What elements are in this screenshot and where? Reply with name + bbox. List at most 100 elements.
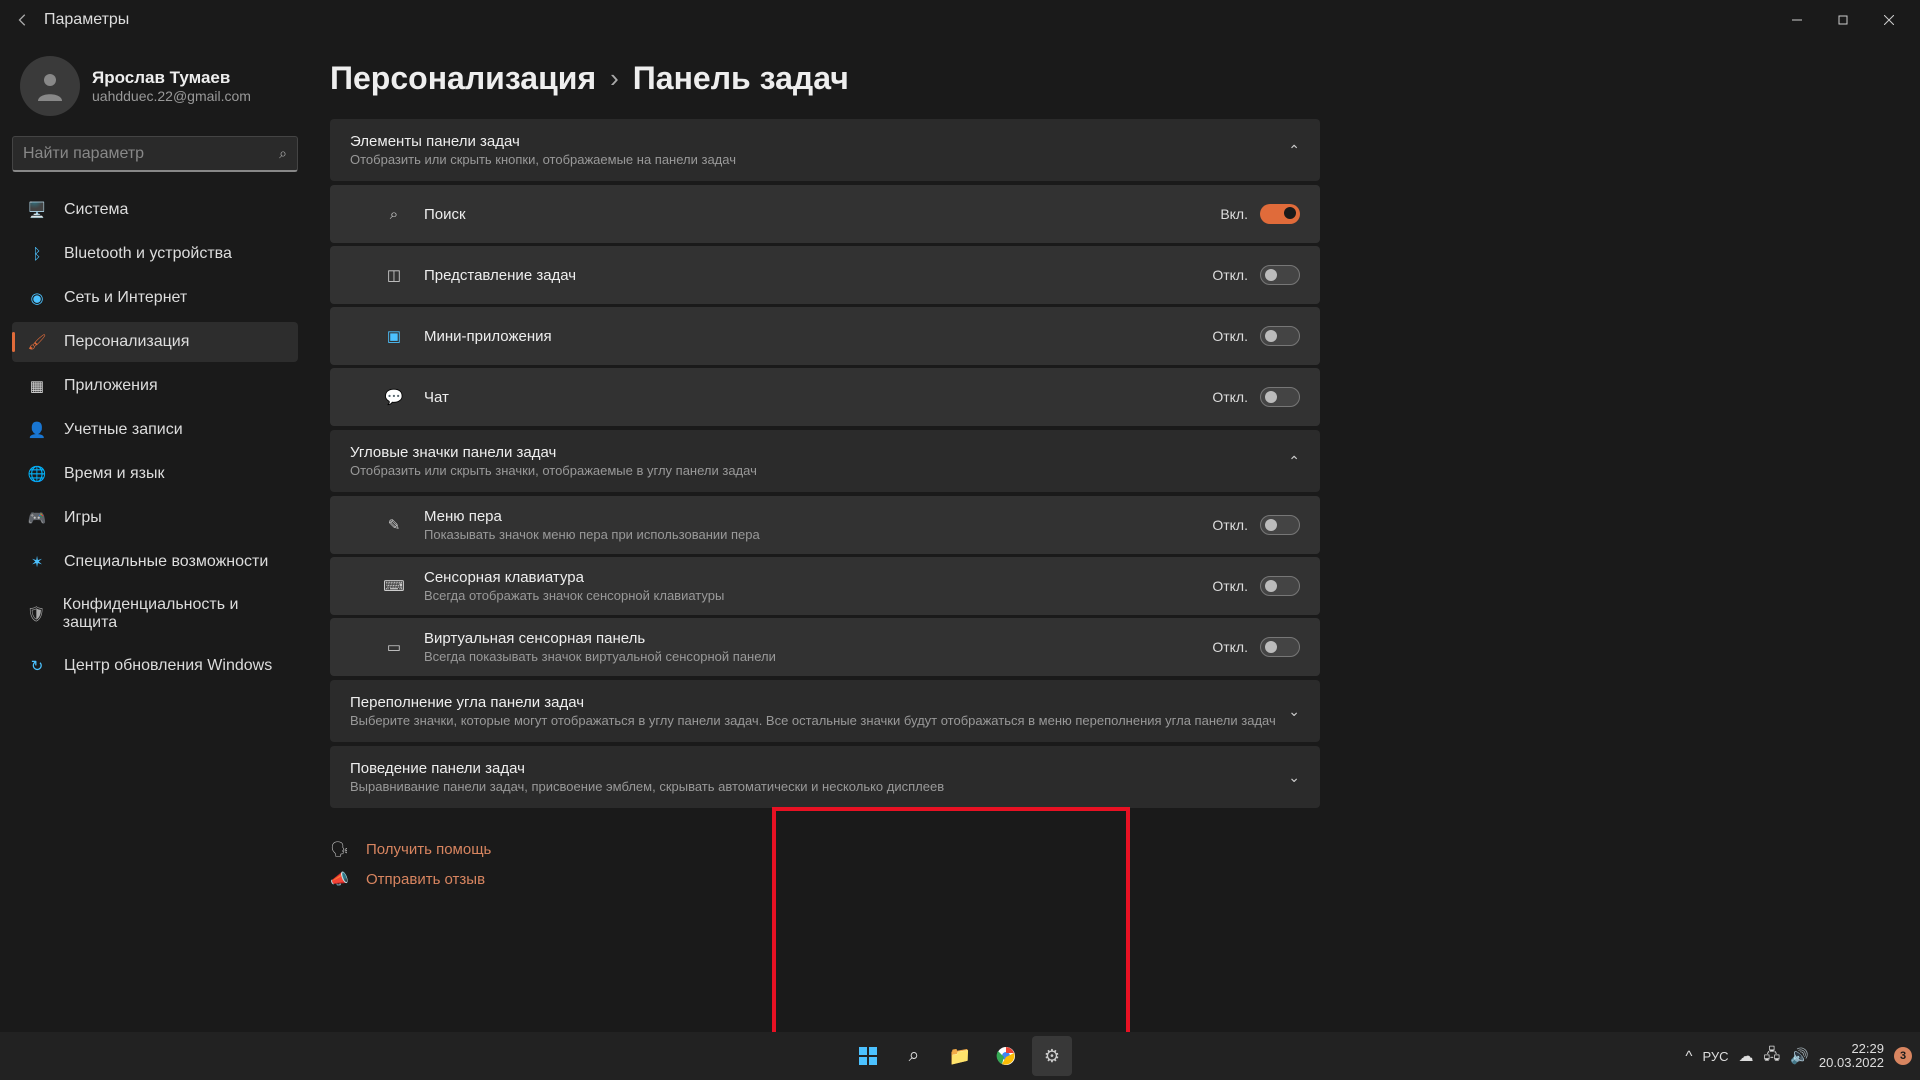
sidebar-item-update[interactable]: ↻ Центр обновления Windows	[12, 646, 298, 686]
toggle-state: Откл.	[1212, 389, 1248, 405]
minimize-button[interactable]	[1774, 5, 1820, 35]
section-title: Угловые значки панели задач	[350, 444, 1288, 461]
section-header[interactable]: Элементы панели задач Отобразить или скр…	[330, 119, 1320, 181]
section-desc: Выравнивание панели задач, присвоение эм…	[350, 779, 1288, 794]
update-icon: ↻	[26, 656, 48, 676]
globe-icon: 🌐	[26, 464, 48, 484]
section-behavior[interactable]: Поведение панели задач Выравнивание пане…	[330, 746, 1320, 808]
widgets-icon: ▣	[380, 325, 408, 347]
section-title: Переполнение угла панели задач	[350, 694, 1288, 711]
accessibility-icon: ✶	[26, 552, 48, 572]
chevron-right-icon: ›	[610, 63, 619, 94]
toggle-touch-keyboard[interactable]	[1260, 576, 1300, 596]
row-title: Чат	[424, 389, 1212, 406]
sidebar-item-privacy[interactable]: 🛡Конфиденциальность и защита	[12, 586, 298, 642]
row-pen-menu: ✎ Меню пера Показывать значок меню пера …	[330, 496, 1320, 554]
sidebar-item-label: Система	[64, 201, 128, 219]
help-get-help[interactable]: 🗣 Получить помощь	[330, 834, 1320, 864]
search-icon: ⌕	[380, 203, 408, 225]
search-icon: ⌕	[279, 145, 287, 162]
row-title: Представление задач	[424, 267, 1212, 284]
avatar	[20, 56, 80, 116]
row-touchpad: ▭ Виртуальная сенсорная панель Всегда по…	[330, 618, 1320, 676]
wifi-icon: ◉	[26, 288, 48, 308]
sidebar-item-time[interactable]: 🌐 Время и язык	[12, 454, 298, 494]
sidebar-item-label: Центр обновления Windows	[64, 657, 272, 675]
sidebar-item-system[interactable]: 🖥️ Система	[12, 190, 298, 230]
pen-icon: ✎	[380, 514, 408, 536]
search-box[interactable]: ⌕	[12, 136, 298, 172]
toggle-taskview[interactable]	[1260, 265, 1300, 285]
toggle-state: Откл.	[1212, 328, 1248, 344]
taskbar-settings[interactable]: ⚙	[1032, 1036, 1072, 1076]
row-title: Мини-приложения	[424, 328, 1212, 345]
sidebar-item-label: Время и язык	[64, 465, 164, 483]
row-taskview: ◫ Представление задач Откл.	[330, 246, 1320, 304]
sidebar-item-apps[interactable]: ▦ Приложения	[12, 366, 298, 406]
section-desc: Выберите значки, которые могут отображат…	[350, 713, 1288, 728]
sidebar: Ярослав Тумаев uahdduec.22@gmail.com ⌕ 🖥…	[0, 40, 310, 1032]
chevron-down-icon: ⌄	[1288, 703, 1300, 720]
toggle-pen[interactable]	[1260, 515, 1300, 535]
maximize-button[interactable]	[1820, 5, 1866, 35]
sidebar-item-accessibility[interactable]: ✶ Специальные возможности	[12, 542, 298, 582]
section-corner-icons: Угловые значки панели задач Отобразить и…	[330, 430, 1320, 492]
toggle-search[interactable]	[1260, 204, 1300, 224]
tray-network-icon[interactable]: 🖧	[1764, 1044, 1781, 1069]
tray-onedrive-icon[interactable]: ☁	[1739, 1047, 1754, 1065]
taskbar-chrome[interactable]	[986, 1036, 1026, 1076]
apps-icon: ▦	[26, 376, 48, 396]
row-widgets: ▣ Мини-приложения Откл.	[330, 307, 1320, 365]
row-title: Меню пера	[424, 508, 1212, 525]
sidebar-item-bluetooth[interactable]: ᛒBluetooth и устройства	[12, 234, 298, 274]
person-icon: 👤	[26, 420, 48, 440]
sidebar-item-accounts[interactable]: 👤Учетные записи	[12, 410, 298, 450]
start-button[interactable]	[848, 1036, 888, 1076]
section-overflow[interactable]: Переполнение угла панели задач Выберите …	[330, 680, 1320, 742]
search-input[interactable]	[23, 145, 279, 163]
tray-lang[interactable]: РУС	[1702, 1049, 1728, 1064]
feedback-icon: 📣	[330, 870, 356, 888]
tray-volume-icon[interactable]: 🔊	[1790, 1047, 1809, 1065]
section-header[interactable]: Угловые значки панели задач Отобразить и…	[330, 430, 1320, 492]
tray-time: 22:29	[1819, 1042, 1884, 1056]
section-title: Поведение панели задач	[350, 760, 1288, 777]
chat-icon: 💬	[380, 386, 408, 408]
taskbar-search-button[interactable]: ⌕	[894, 1036, 934, 1076]
toggle-widgets[interactable]	[1260, 326, 1300, 346]
row-search: ⌕ Поиск Вкл.	[330, 185, 1320, 243]
taskview-icon: ◫	[380, 264, 408, 286]
back-button[interactable]	[8, 5, 38, 35]
user-block[interactable]: Ярослав Тумаев uahdduec.22@gmail.com	[12, 48, 298, 124]
help-label: Отправить отзыв	[366, 871, 485, 888]
sidebar-item-personalization[interactable]: 🖌Персонализация	[12, 322, 298, 362]
sidebar-item-network[interactable]: ◉Сеть и Интернет	[12, 278, 298, 318]
tray-chevron-icon[interactable]: ^	[1685, 1048, 1692, 1065]
taskbar-explorer[interactable]: 📁	[940, 1036, 980, 1076]
toggle-state: Откл.	[1212, 267, 1248, 283]
row-touch-keyboard: ⌨ Сенсорная клавиатура Всегда отображать…	[330, 557, 1320, 615]
chevron-down-icon: ⌄	[1288, 769, 1300, 786]
breadcrumb-parent[interactable]: Персонализация	[330, 60, 596, 97]
notification-badge[interactable]: 3	[1894, 1047, 1912, 1065]
row-desc: Всегда отображать значок сенсорной клави…	[424, 588, 1212, 603]
toggle-state: Вкл.	[1220, 206, 1248, 222]
close-button[interactable]	[1866, 5, 1912, 35]
row-chat: 💬 Чат Откл.	[330, 368, 1320, 426]
tray-date: 20.03.2022	[1819, 1056, 1884, 1070]
sidebar-item-label: Приложения	[64, 377, 158, 395]
help-feedback[interactable]: 📣 Отправить отзыв	[330, 864, 1320, 894]
section-taskbar-items: Элементы панели задач Отобразить или скр…	[330, 119, 1320, 181]
sidebar-item-games[interactable]: 🎮Игры	[12, 498, 298, 538]
toggle-chat[interactable]	[1260, 387, 1300, 407]
toggle-touchpad[interactable]	[1260, 637, 1300, 657]
taskbar: ⌕ 📁 ⚙ ^ РУС ☁ 🖧 🔊 22:29 20.03.2022 3	[0, 1032, 1920, 1080]
user-email: uahdduec.22@gmail.com	[92, 88, 251, 104]
sidebar-item-label: Специальные возможности	[64, 553, 268, 571]
sidebar-item-label: Игры	[64, 509, 102, 527]
touchpad-icon: ▭	[380, 636, 408, 658]
breadcrumb-current: Панель задач	[633, 60, 849, 97]
row-desc: Показывать значок меню пера при использо…	[424, 527, 1212, 542]
tray-clock[interactable]: 22:29 20.03.2022	[1819, 1042, 1884, 1071]
monitor-icon: 🖥️	[26, 200, 48, 220]
